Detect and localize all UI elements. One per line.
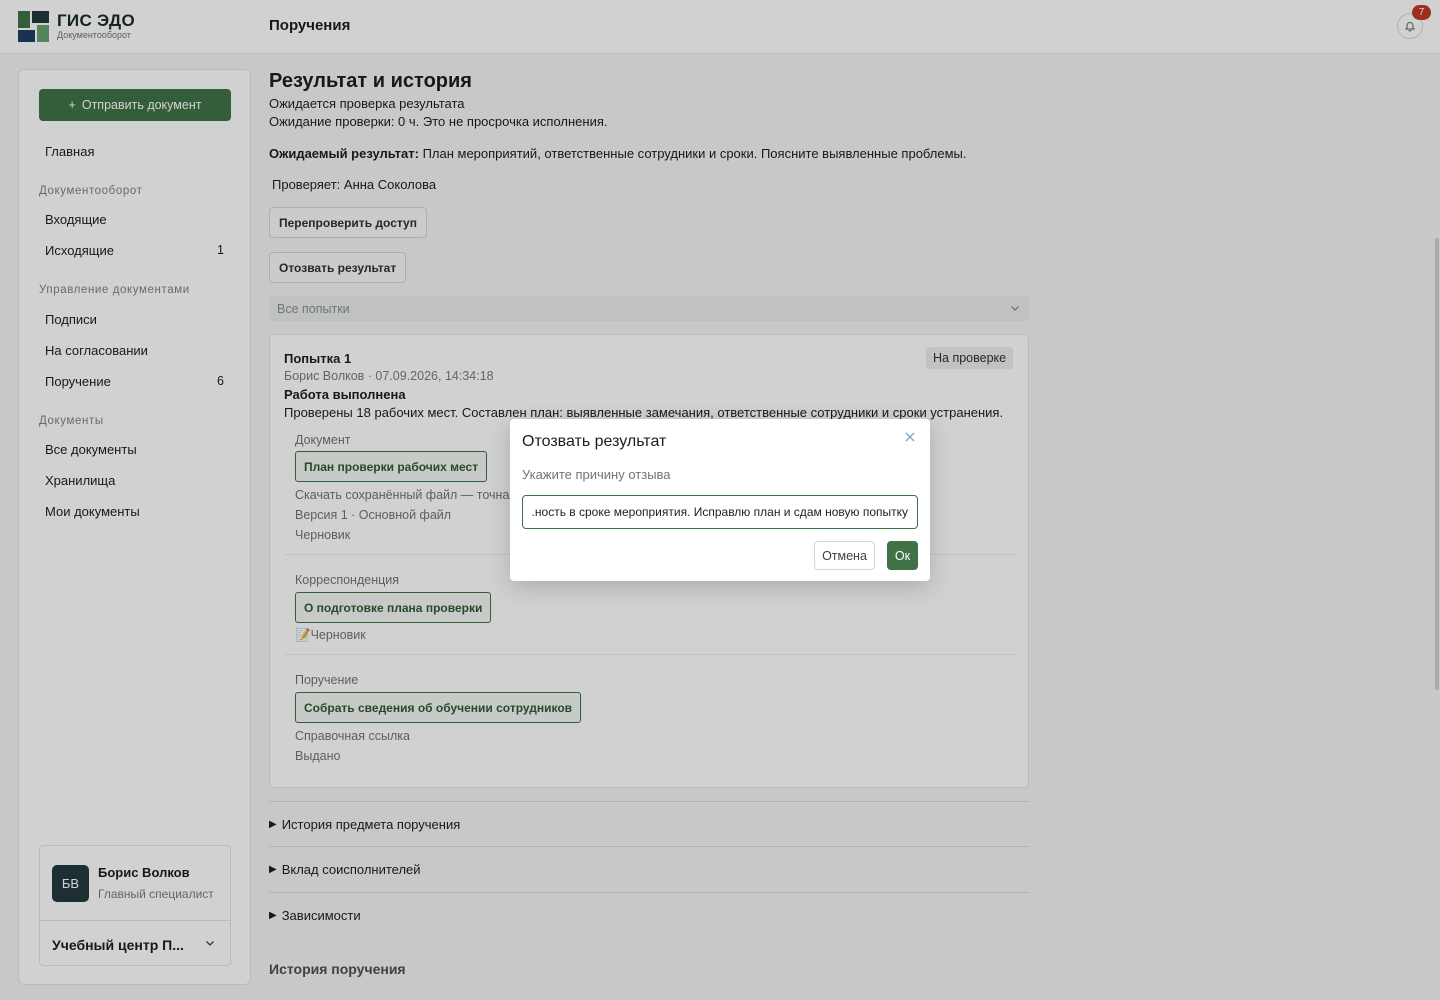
reason-input[interactable] [522, 495, 918, 529]
ok-button[interactable]: Ок [887, 541, 918, 570]
cancel-button[interactable]: Отмена [814, 541, 875, 570]
close-icon[interactable] [902, 429, 918, 445]
revoke-result-dialog: Отозвать результат Укажите причину отзыв… [510, 419, 930, 581]
dialog-title: Отозвать результат [522, 433, 667, 450]
reason-label: Укажите причину отзыва [522, 467, 671, 482]
